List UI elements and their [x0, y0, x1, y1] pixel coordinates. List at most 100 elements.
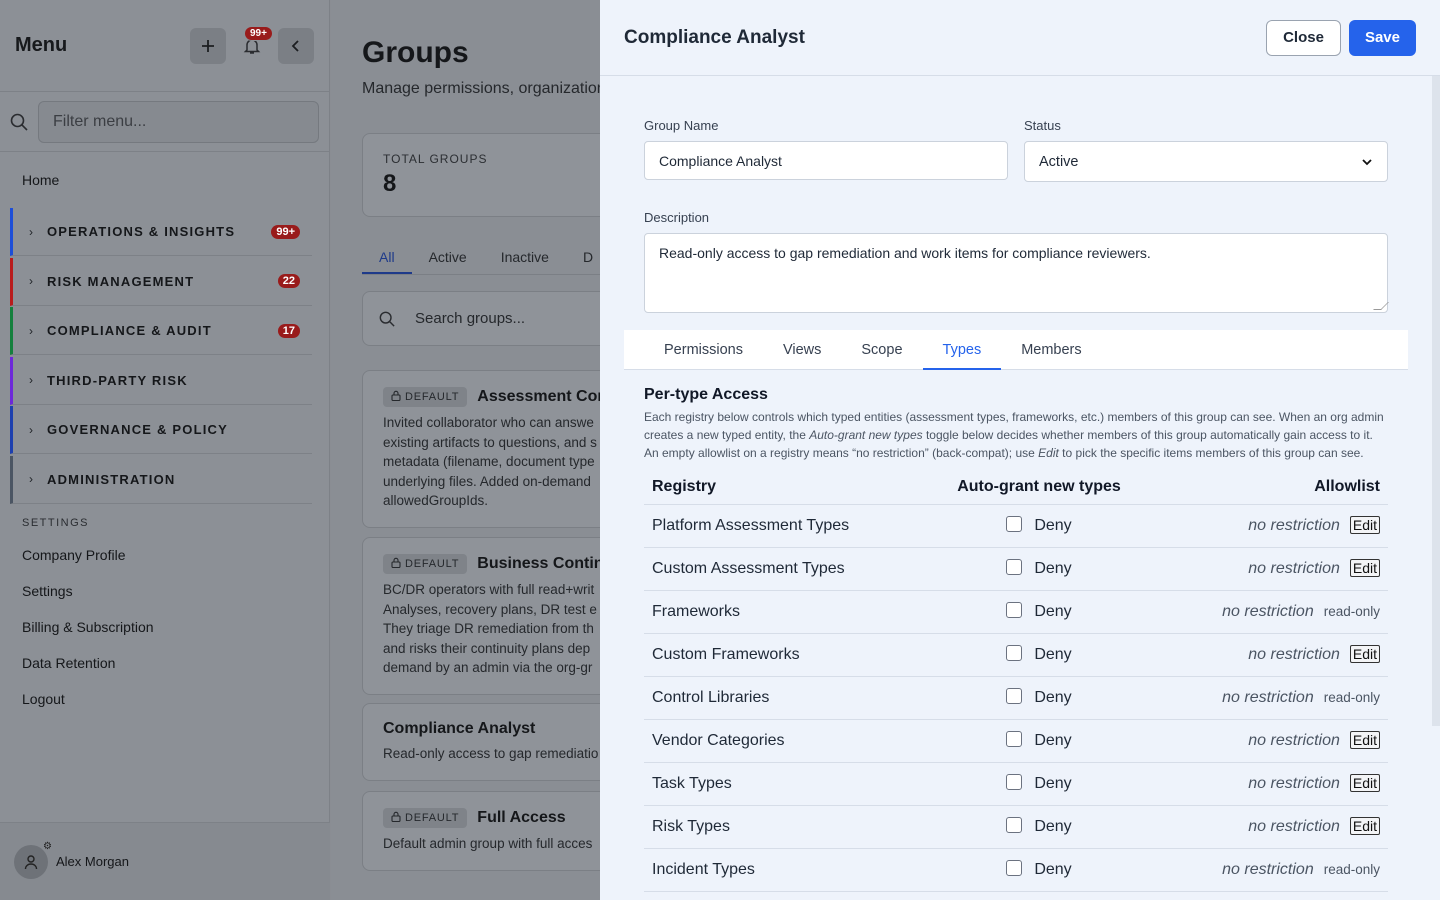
user-profile[interactable]: ⚙ Alex Morgan [0, 822, 330, 900]
sidebar-group-compliance-audit[interactable]: › COMPLIANCE & AUDIT 17 [10, 307, 312, 355]
edit-button[interactable]: Edit [1349, 774, 1380, 792]
save-button[interactable]: Save [1348, 19, 1416, 56]
table-row: Custom Frameworks Deny no restriction Edit [644, 633, 1388, 677]
default-badge: DEFAULT [383, 554, 468, 574]
sidebar-link-logout[interactable]: Logout [0, 681, 329, 717]
edit-button[interactable]: Edit [1349, 559, 1380, 577]
chevron-down-icon [1362, 158, 1372, 165]
status-select[interactable]: Active [1024, 141, 1388, 182]
sidebar-group-third-party-risk[interactable]: › THIRD-PARTY RISK [10, 356, 312, 405]
app-root: Menu 99+ Home ›OPERATIONS & INSIGHTS99+›… [0, 0, 1440, 900]
group-name-field-wrap: Group Name [644, 118, 1008, 180]
group-card-header: DEFAULT Business Continu [383, 554, 601, 574]
auto-grant-cell: Deny [944, 590, 1134, 634]
tab-views[interactable]: Views [763, 330, 841, 370]
close-button[interactable]: Close [1266, 19, 1341, 56]
table-row: Custom Assessment Types Deny no restrictio… [644, 547, 1388, 591]
status-label: Status [1024, 118, 1061, 133]
tab-d[interactable]: D [566, 243, 601, 274]
allowlist-cell: no restriction Edit [1134, 805, 1388, 849]
lock-icon [391, 557, 401, 571]
chevron-right-icon: › [29, 224, 33, 239]
group-card-header: DEFAULT Full Access [383, 808, 601, 828]
sidebar-group-risk-management[interactable]: › RISK MANAGEMENT 22 [10, 257, 312, 306]
sidebar-link-settings[interactable]: Settings [0, 573, 329, 609]
allowlist-cell: no restriction Edit [1134, 504, 1388, 548]
types-panel: Per-type Access Each registry below cont… [644, 386, 1388, 892]
search-icon [10, 113, 28, 131]
sidebar-link-data-retention[interactable]: Data Retention [0, 645, 329, 681]
description-line: BC/DR operators with full read+writ [383, 582, 595, 597]
deny-label: Deny [1034, 861, 1072, 878]
description-line: Invited collaborator who can answe [383, 415, 594, 430]
sidebar-filter [0, 92, 329, 152]
deny-checkbox[interactable] [1006, 731, 1023, 747]
gear-icon: ⚙ [43, 840, 52, 852]
drawer-scrollbar[interactable] [1432, 76, 1440, 726]
table-row: Control Libraries Deny no restriction read-… [644, 676, 1388, 720]
no-restriction-text: no restriction [1222, 860, 1314, 878]
deny-checkbox[interactable] [1006, 516, 1023, 532]
auto-grant-cell: Deny [944, 805, 1134, 849]
group-card-header: DEFAULT Assessment Cont [383, 387, 601, 407]
stat-label: TOTAL GROUPS [383, 152, 488, 166]
registry-name: Custom Assessment Types [644, 547, 944, 591]
drawer-header: Compliance Analyst Close Save [600, 0, 1440, 76]
tab-scope[interactable]: Scope [841, 330, 922, 370]
sidebar-link-billing-subscription[interactable]: Billing & Subscription [0, 609, 329, 645]
table-row: Incident Types Deny no restriction read-onl… [644, 848, 1388, 892]
group-card[interactable]: DEFAULT Assessment Cont Invited collaborat… [362, 370, 601, 528]
deny-checkbox[interactable] [1006, 774, 1023, 790]
deny-checkbox[interactable] [1006, 860, 1023, 876]
edit-button[interactable]: Edit [1349, 731, 1380, 749]
sidebar-link-company-profile[interactable]: Company Profile [0, 537, 329, 573]
table-row: Frameworks Deny no restriction read-only [644, 590, 1388, 634]
add-button[interactable] [190, 27, 226, 64]
search-groups-input[interactable]: Search groups... [362, 291, 601, 346]
edit-button[interactable]: Edit [1349, 645, 1380, 663]
read-only-label: read-only [1323, 603, 1380, 619]
description-line: They triage DR remediation from th [383, 621, 594, 636]
sidebar-group-administration[interactable]: › ADMINISTRATION [10, 455, 312, 504]
auto-grant-cell: Deny [944, 504, 1134, 548]
settings-section-title: SETTINGS [22, 517, 90, 529]
description-line: underlying files. Added on-demand [383, 473, 591, 489]
description-textarea[interactable]: Read-only access to gap remediation and … [644, 233, 1389, 313]
tab-members[interactable]: Members [1001, 330, 1101, 370]
group-card[interactable]: Compliance Analyst Read-only access to ga… [362, 703, 601, 781]
auto-grant-cell: Deny [944, 762, 1134, 806]
tab-types[interactable]: Types [922, 330, 1002, 370]
deny-checkbox[interactable] [1006, 645, 1023, 661]
deny-checkbox[interactable] [1006, 602, 1023, 618]
deny-label: Deny [1034, 603, 1072, 620]
filter-menu-input[interactable] [38, 100, 319, 143]
sidebar-group-label: ADMINISTRATION [47, 471, 176, 487]
edit-button[interactable]: Edit [1349, 516, 1380, 534]
drawer-tabs: Permissions Views Scope Types Members [624, 330, 1408, 370]
group-name: Assessment Cont [477, 388, 601, 405]
group-name-label: Group Name [644, 118, 719, 133]
deny-checkbox[interactable] [1006, 559, 1023, 575]
tab-inactive[interactable]: Inactive [484, 243, 566, 274]
group-card[interactable]: DEFAULT Business Continu BC/DR operators w… [362, 537, 601, 695]
group-name: Compliance Analyst [383, 720, 536, 737]
tab-all[interactable]: All [362, 243, 412, 274]
group-name-input[interactable] [644, 141, 1008, 180]
deny-checkbox[interactable] [1006, 688, 1023, 704]
no-restriction-text: no restriction [1248, 646, 1340, 663]
search-placeholder: Search groups... [415, 310, 526, 327]
deny-checkbox[interactable] [1006, 817, 1023, 833]
group-card[interactable]: DEFAULT Full Access Default admin group wi… [362, 791, 601, 871]
count-badge: 17 [277, 323, 300, 338]
sidebar-group-operations-insights[interactable]: › OPERATIONS & INSIGHTS 99+ [10, 208, 312, 256]
sidebar-group-governance-policy[interactable]: › GOVERNANCE & POLICY [10, 406, 312, 454]
collapse-sidebar-button[interactable] [278, 27, 314, 64]
description-line: Analyses, recovery plans, DR test e [383, 601, 597, 617]
tab-active[interactable]: Active [412, 243, 484, 274]
edit-button[interactable]: Edit [1349, 817, 1380, 835]
sidebar-item-home[interactable]: Home [0, 152, 329, 208]
tab-permissions[interactable]: Permissions [644, 330, 763, 370]
resize-handle-icon[interactable] [1373, 302, 1389, 310]
group-filter-tabs: All Active Inactive D [362, 243, 601, 275]
notifications-button[interactable]: 99+ [234, 25, 273, 64]
